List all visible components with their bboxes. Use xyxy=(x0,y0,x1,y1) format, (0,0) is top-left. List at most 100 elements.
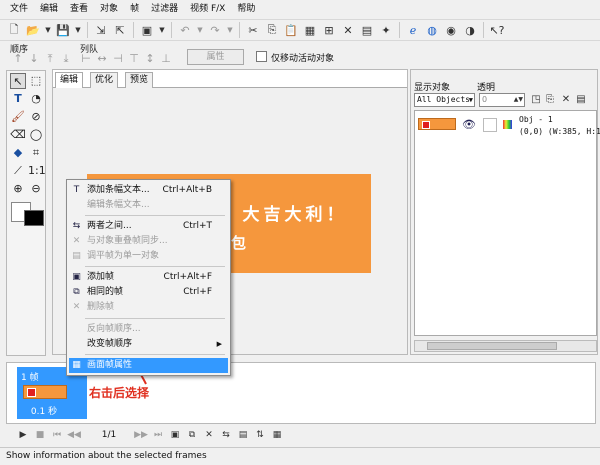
zoom-out-icon[interactable]: ⊖ xyxy=(28,181,44,197)
background-color-swatch[interactable] xyxy=(24,210,44,226)
only-move-active-checkbox[interactable] xyxy=(256,51,267,62)
next-frame-icon[interactable]: ▶▶ xyxy=(134,428,148,442)
paste-icon[interactable]: 📋 xyxy=(283,22,299,38)
object-properties-icon[interactable]: ◳ xyxy=(529,93,543,107)
add-object-icon[interactable]: ⎘ xyxy=(543,93,557,107)
tween-icon[interactable]: ✕ xyxy=(340,22,356,38)
duplicate-frame-icon[interactable]: ⧉ xyxy=(185,428,199,442)
bring-forward-icon[interactable]: ↑ xyxy=(12,53,24,65)
browser-preview-icon[interactable]: ℯ xyxy=(405,22,421,38)
eraser-icon[interactable]: ⌫ xyxy=(10,127,26,143)
color-palette-icon[interactable] xyxy=(503,120,512,129)
menu-item-add-banner-text[interactable]: T 添加条幅文本... Ctrl+Alt+B xyxy=(69,183,228,198)
menu-help[interactable]: 帮助 xyxy=(231,0,261,18)
last-frame-icon[interactable]: ⏭ xyxy=(151,428,165,442)
rotate-tool-icon[interactable]: ◔ xyxy=(28,91,44,107)
import-icon[interactable]: ⇲ xyxy=(93,22,109,38)
menu-item-edit-banner-text[interactable]: 编辑条幅文本... xyxy=(69,198,228,213)
crop-select-icon[interactable]: ⬚ xyxy=(28,73,44,89)
menu-item-change-frame-order[interactable]: 改变帧顺序 ▶ xyxy=(69,337,228,352)
brush-icon[interactable]: 🖌 xyxy=(10,109,26,125)
frame-duration[interactable]: 0.1 秒 xyxy=(17,404,87,417)
redo-icon[interactable]: ↷ xyxy=(207,22,223,38)
export-icon[interactable]: ⇱ xyxy=(112,22,128,38)
eye-icon[interactable]: 👁 xyxy=(462,118,476,132)
menu-frame[interactable]: 帧 xyxy=(124,0,145,18)
menu-item-sync-frames[interactable]: ✕ 与对象重叠帧同步... xyxy=(69,234,228,249)
play-icon[interactable]: ▶ xyxy=(16,428,30,442)
save-icon[interactable]: 💾 xyxy=(55,22,71,38)
ellipse-select-icon[interactable]: ◯ xyxy=(28,127,44,143)
lasso-icon[interactable]: ⊘ xyxy=(28,109,44,125)
grid-icon[interactable]: ⊞ xyxy=(321,22,337,38)
align-top-icon[interactable]: ⊤ xyxy=(128,53,140,65)
crop-icon[interactable]: ⌗ xyxy=(28,145,44,161)
tab-optimize[interactable]: 优化 xyxy=(90,72,119,88)
select-arrow-icon[interactable]: ↖ xyxy=(10,73,26,89)
first-frame-icon[interactable]: ⏮ xyxy=(50,428,64,442)
previous-frame-icon[interactable]: ◀◀ xyxy=(67,428,81,442)
properties-button[interactable]: 属性 xyxy=(187,49,244,65)
align-left-icon[interactable]: ⊢ xyxy=(80,53,92,65)
new-file-icon[interactable]: 🗋 xyxy=(6,22,22,38)
undo-icon[interactable]: ↶ xyxy=(177,22,193,38)
open-dropdown-icon[interactable]: ▼ xyxy=(44,22,52,38)
actual-size-icon[interactable]: 1:1 xyxy=(28,163,46,179)
image-tool-icon[interactable]: ▣ xyxy=(139,22,155,38)
copy-icon[interactable]: ⎘ xyxy=(264,22,280,38)
menu-object[interactable]: 对象 xyxy=(94,0,124,18)
zoom-in-icon[interactable]: ⊕ xyxy=(10,181,26,197)
image-dropdown-icon[interactable]: ▼ xyxy=(158,22,166,38)
delete-object-icon[interactable]: ✕ xyxy=(559,93,573,107)
align-right-icon[interactable]: ⊣ xyxy=(112,53,124,65)
menu-item-add-frame[interactable]: ▣ 添加帧 Ctrl+Alt+F xyxy=(69,270,228,285)
menu-item-reverse-frames[interactable]: 反向帧顺序... xyxy=(69,322,228,337)
redo-dropdown-icon[interactable]: ▼ xyxy=(226,22,234,38)
tab-preview[interactable]: 预览 xyxy=(125,72,154,88)
menu-edit[interactable]: 编辑 xyxy=(34,0,64,18)
object-info-icon[interactable]: ▤ xyxy=(574,93,588,107)
display-objects-select[interactable]: All Objects ▼ xyxy=(414,93,475,107)
open-folder-icon[interactable]: 📂 xyxy=(25,22,41,38)
info-icon[interactable]: ◑ xyxy=(462,22,478,38)
align-center-icon[interactable]: ↔ xyxy=(96,53,108,65)
web-icon[interactable]: ◍ xyxy=(424,22,440,38)
menu-video-fx[interactable]: 视频 F/X xyxy=(184,0,231,18)
lock-checkbox[interactable] xyxy=(483,118,497,132)
transparency-input[interactable]: 0 ▲▼ xyxy=(479,93,525,107)
send-backward-icon[interactable]: ↓ xyxy=(28,53,40,65)
eyedropper-icon[interactable]: ⟋ xyxy=(10,163,26,179)
frame-properties-icon[interactable]: ▦ xyxy=(270,428,284,442)
settings-icon[interactable]: ◉ xyxy=(443,22,459,38)
menu-filter[interactable]: 过滤器 xyxy=(145,0,184,18)
stop-icon[interactable]: ■ xyxy=(33,428,47,442)
menu-file[interactable]: 文件 xyxy=(4,0,34,18)
tween-icon[interactable]: ⇆ xyxy=(219,428,233,442)
menu-item-flatten-frame[interactable]: ▤ 调平帧为单一对象 xyxy=(69,249,228,264)
save-dropdown-icon[interactable]: ▼ xyxy=(74,22,82,38)
context-help-icon[interactable]: ↖? xyxy=(489,22,505,38)
delete-frame-icon[interactable]: ✕ xyxy=(202,428,216,442)
horizontal-scrollbar[interactable] xyxy=(414,340,597,352)
text-tool-icon[interactable]: T xyxy=(10,91,26,107)
reverse-icon[interactable]: ⇅ xyxy=(253,428,267,442)
send-to-back-icon[interactable]: ⤓ xyxy=(60,53,72,65)
frames-icon[interactable]: ▦ xyxy=(302,22,318,38)
menu-item-frame-properties[interactable]: ▦ 画面帧属性 xyxy=(69,358,228,373)
scrollbar-thumb[interactable] xyxy=(427,342,557,350)
menu-item-delete-frame[interactable]: ✕ 删除帧 xyxy=(69,300,228,315)
menu-view[interactable]: 查看 xyxy=(64,0,94,18)
fill-bucket-icon[interactable]: ◆ xyxy=(10,145,26,161)
undo-dropdown-icon[interactable]: ▼ xyxy=(196,22,204,38)
align-middle-icon[interactable]: ↕ xyxy=(144,53,156,65)
spinner-icon[interactable]: ▲▼ xyxy=(514,94,523,106)
bring-to-front-icon[interactable]: ⤒ xyxy=(44,53,56,65)
tab-edit[interactable]: 编辑 xyxy=(55,72,84,89)
menu-item-duplicate-frame[interactable]: ⧉ 相同的帧 Ctrl+F xyxy=(69,285,228,300)
layers-icon[interactable]: ▤ xyxy=(359,22,375,38)
align-bottom-icon[interactable]: ⊥ xyxy=(160,53,172,65)
cut-icon[interactable]: ✂ xyxy=(245,22,261,38)
effects-icon[interactable]: ✦ xyxy=(378,22,394,38)
add-frame-icon[interactable]: ▣ xyxy=(168,428,182,442)
menu-item-tween[interactable]: ⇆ 两者之间... Ctrl+T xyxy=(69,219,228,234)
